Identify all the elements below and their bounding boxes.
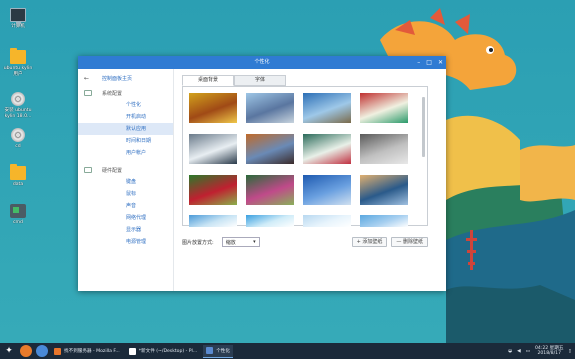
task-label: 找不到服务器 - Mozilla F...	[64, 349, 120, 354]
text-editor-icon	[128, 347, 136, 355]
sidebar-item-keyboard[interactable]: 键盘	[78, 176, 173, 188]
desktop-icon-install[interactable]: 安装 ubuntu kylin 18.0...	[3, 92, 33, 119]
wallpaper-thumbnail-snowy-mountain[interactable]	[189, 134, 237, 164]
maximize-button[interactable]: □	[426, 56, 432, 69]
file-manager-launcher-icon[interactable]	[36, 345, 48, 357]
sidebar-item-datetime[interactable]: 时间和日期	[78, 135, 173, 147]
wallpaper-thumbnail-blue-sky[interactable]	[303, 175, 351, 205]
folder-icon	[10, 164, 26, 180]
wallpaper-thumbnail-dandelion[interactable]	[360, 134, 408, 164]
wallpaper-thumbnail-temple-of-heaven[interactable]	[246, 93, 294, 123]
sidebar-item-default-apps[interactable]: 默认应用	[78, 123, 173, 135]
desktop-icon-label: data	[12, 182, 24, 187]
wallpaper-thumbnail-green-illustration[interactable]	[360, 93, 408, 123]
sidebar-item-network-proxy[interactable]: 网络代理	[78, 212, 173, 224]
clock[interactable]: 04:22 星期五 2018/8/17	[535, 346, 563, 357]
desktop-icon-label: 计算机	[11, 24, 25, 29]
personalization-window: 个性化 – □ ✕ ← 控制面板主页 系统配置 个性化 开机启动 默认应用 时间…	[78, 56, 446, 291]
wallpaper-thumbnail-autumn-leaves[interactable]	[189, 93, 237, 123]
settings-content: 桌面背景 字体 图片放置方式: 缩放 ▾ + 添加壁纸 — 删除壁纸	[175, 69, 446, 291]
wallpaper-thumbnail-coast-rocks[interactable]	[303, 93, 351, 123]
task-label: 个性化	[216, 348, 230, 354]
sidebar-item-user-accounts[interactable]: 用户帐户	[78, 147, 173, 159]
wallpaper-thumbnail-sky-partial-4[interactable]	[360, 215, 408, 227]
wallpaper-thumbnail-red-berries[interactable]	[189, 175, 237, 205]
sidebar-item-startup[interactable]: 开机启动	[78, 111, 173, 123]
desktop-icon-label: ubuntu kylin 用户	[3, 66, 33, 77]
system-tray: ◒ ◀ ▭ 04:22 星期五 2018/8/17 ▯	[508, 346, 575, 357]
usb-drive-icon	[10, 204, 26, 218]
firefox-icon	[54, 347, 61, 355]
wallpaper-thumbnail-green-flower-art[interactable]	[303, 134, 351, 164]
delete-wallpaper-button[interactable]: — 删除壁纸	[391, 237, 428, 247]
desktop-icon-data[interactable]: data	[3, 164, 33, 188]
wallpaper-thumbnail-pink-flower[interactable]	[246, 175, 294, 205]
sidebar-item-sound[interactable]: 声音	[78, 200, 173, 212]
tab-bar: 桌面背景 字体	[182, 75, 446, 86]
sidebar-group-label: 系统配置	[102, 90, 123, 97]
volume-icon[interactable]: ◀	[517, 349, 521, 354]
sidebar-group-system: 系统配置	[78, 87, 173, 99]
wallpaper-thumbnail-sky-partial-2[interactable]	[246, 215, 294, 227]
clock-date: 2018/8/17	[537, 351, 561, 356]
wallpaper-options-row: 图片放置方式: 缩放 ▾ + 添加壁纸 — 删除壁纸	[182, 236, 428, 248]
window-title: 个性化	[254, 59, 270, 65]
show-desktop-icon[interactable]: ▯	[568, 349, 571, 354]
desktop-icon-computer[interactable]: 计算机	[3, 8, 33, 30]
wallpaper-thumbnail-red-canyon[interactable]	[246, 134, 294, 164]
task-personalization[interactable]: 个性化	[203, 344, 233, 358]
task-label: *新文件 (~/Desktop) - Pl...	[138, 349, 198, 354]
wallpaper-gallery	[182, 86, 428, 227]
tab-desktop-background[interactable]: 桌面背景	[182, 75, 234, 86]
sidebar-item-power[interactable]: 电源管理	[78, 236, 173, 248]
sidebar-group-hardware: 硬件配置	[78, 164, 173, 176]
sidebar-group-label: 硬件配置	[102, 167, 123, 174]
wallpaper-thumbnail-sky-partial-3[interactable]	[303, 215, 351, 227]
gallery-scrollbar[interactable]	[422, 97, 425, 157]
desktop-icon-label: 安装 ubuntu kylin 18.0...	[4, 108, 32, 119]
add-wallpaper-button[interactable]: + 添加壁纸	[351, 237, 388, 247]
back-label: 控制面板主页	[102, 75, 133, 82]
wallpaper-thumbnail-sky-partial-1[interactable]	[189, 215, 237, 227]
window-titlebar[interactable]: 个性化 – □ ✕	[78, 56, 446, 69]
sidebar-item-display[interactable]: 显示器	[78, 224, 173, 236]
desktop-icon-user-folder[interactable]: ubuntu kylin 用户	[3, 48, 33, 77]
disc-icon	[11, 128, 25, 142]
sidebar-item-mouse[interactable]: 鼠标	[78, 188, 173, 200]
computer-icon	[10, 8, 26, 24]
disc-icon	[11, 92, 25, 106]
folder-icon	[10, 48, 26, 64]
taskbar: ✦ 找不到服务器 - Mozilla F... *新文件 (~/Desktop)…	[0, 343, 575, 359]
settings-sidebar: ← 控制面板主页 系统配置 个性化 开机启动 默认应用 时间和日期 用户帐户 硬…	[78, 69, 174, 291]
desktop-icon-label: cmd	[13, 220, 23, 225]
picture-mode-label: 图片放置方式:	[182, 239, 214, 246]
battery-icon[interactable]: ▭	[526, 349, 530, 354]
desktop-icon-cd[interactable]: cd	[3, 128, 33, 150]
task-firefox[interactable]: 找不到服务器 - Mozilla F...	[51, 345, 123, 358]
desktop-icon-cmd[interactable]: cmd	[3, 204, 33, 226]
back-arrow-icon: ←	[84, 74, 90, 82]
system-config-icon	[84, 90, 92, 96]
task-text-editor[interactable]: *新文件 (~/Desktop) - Pl...	[126, 345, 200, 358]
back-to-control-panel[interactable]: ← 控制面板主页	[78, 72, 173, 84]
minimize-button[interactable]: –	[417, 56, 420, 69]
chevron-down-icon: ▾	[253, 239, 256, 245]
picture-mode-value: 缩放	[225, 239, 236, 246]
picture-mode-select[interactable]: 缩放 ▾	[221, 237, 260, 247]
hardware-config-icon	[84, 167, 92, 173]
close-button[interactable]: ✕	[438, 56, 443, 69]
wallpaper-thumbnail-sea-sunset[interactable]	[360, 175, 408, 205]
sidebar-item-personalization[interactable]: 个性化	[78, 99, 173, 111]
settings-icon	[206, 347, 214, 354]
kylin-start-icon[interactable]: ✦	[2, 344, 16, 358]
network-icon[interactable]: ◒	[508, 349, 512, 354]
desktop-icon-label: cd	[15, 144, 21, 149]
tab-fonts[interactable]: 字体	[234, 75, 286, 86]
firefox-launcher-icon[interactable]	[20, 345, 32, 357]
